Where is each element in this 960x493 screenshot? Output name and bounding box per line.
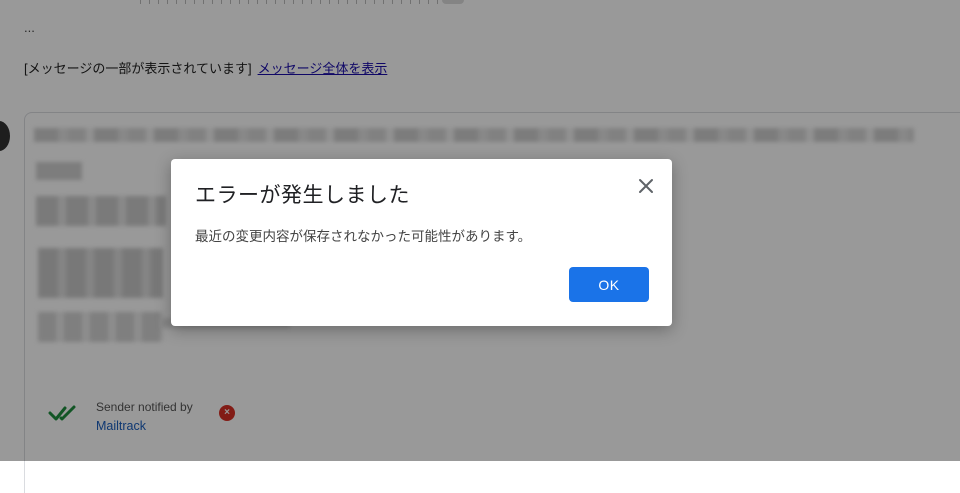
error-dialog: エラーが発生しました 最近の変更内容が保存されなかった可能性があります。 OK xyxy=(171,159,672,326)
dialog-title: エラーが発生しました xyxy=(195,184,410,207)
ok-button[interactable]: OK xyxy=(569,267,649,302)
dialog-message: 最近の変更内容が保存されなかった可能性があります。 xyxy=(195,229,532,244)
close-icon[interactable] xyxy=(635,175,657,197)
